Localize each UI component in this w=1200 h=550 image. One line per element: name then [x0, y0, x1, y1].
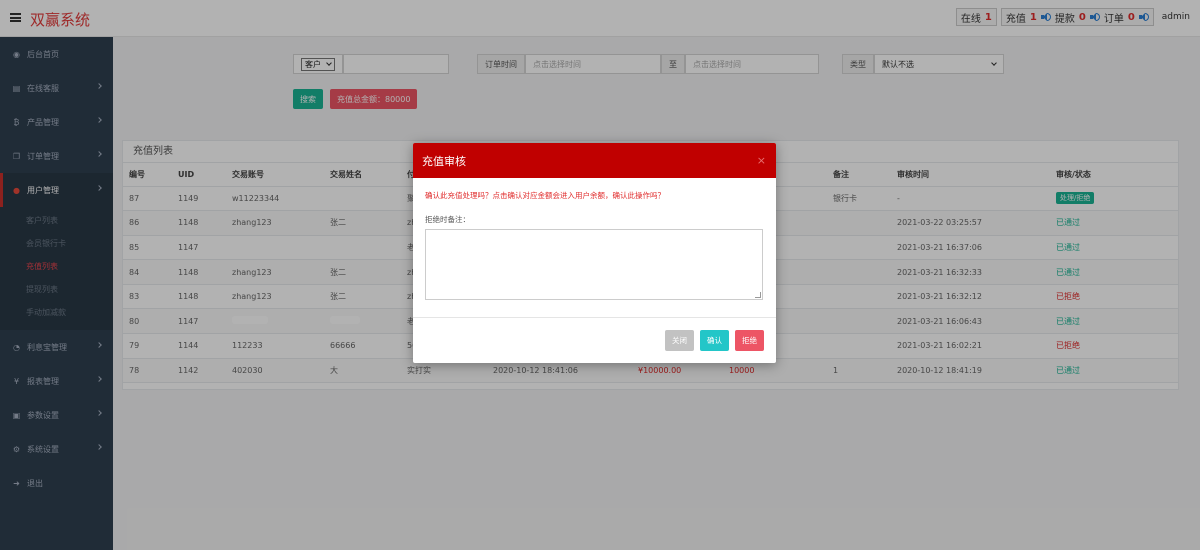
resize-grip-icon[interactable]: [755, 292, 761, 298]
dialog-header: 充值审核 ×: [413, 143, 776, 178]
close-icon[interactable]: ×: [757, 154, 766, 167]
confirm-button[interactable]: 确认: [700, 330, 729, 351]
dialog-body: 确认此充值处理吗？点击确认对应金额会进入用户余额，确认此操作吗？ 拒绝时备注：: [413, 178, 776, 300]
dialog-footer: 关闭 确认 拒绝: [665, 330, 764, 351]
dialog-title: 充值审核: [422, 154, 466, 168]
reject-button[interactable]: 拒绝: [735, 330, 764, 351]
recharge-review-dialog: 充值审核 × 确认此充值处理吗？点击确认对应金额会进入用户余额，确认此操作吗？ …: [413, 143, 776, 363]
reject-note-label: 拒绝时备注：: [425, 215, 470, 224]
reject-note-textarea[interactable]: [425, 229, 763, 300]
close-button[interactable]: 关闭: [665, 330, 694, 351]
dialog-divider: [413, 317, 776, 318]
confirm-message: 确认此充值处理吗？点击确认对应金额会进入用户余额，确认此操作吗？: [425, 191, 665, 200]
